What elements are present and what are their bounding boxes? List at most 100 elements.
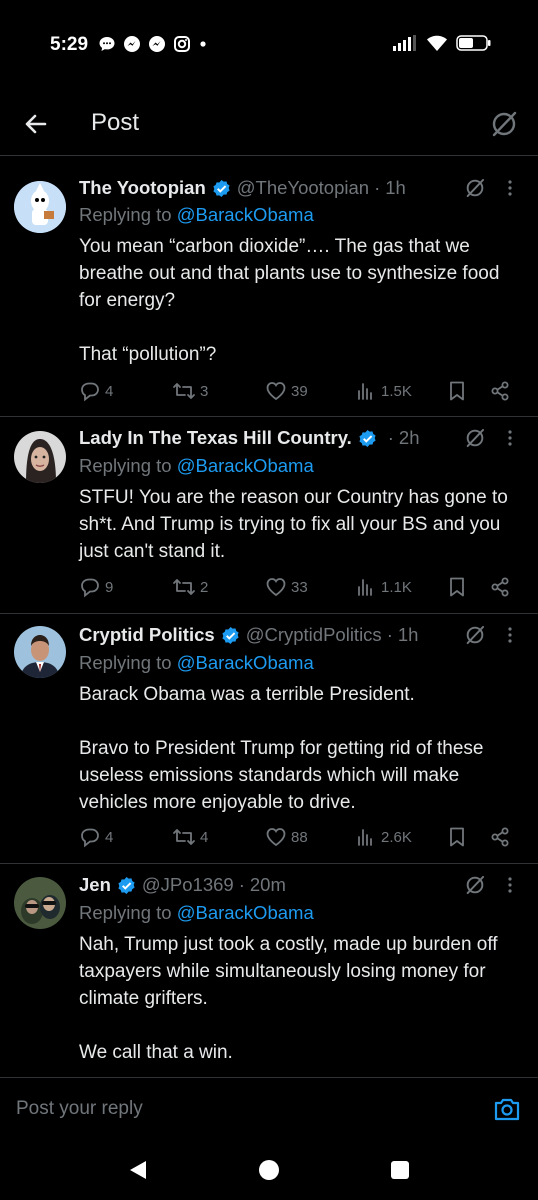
author-name[interactable]: Cryptid Politics — [79, 624, 215, 646]
views-chart-icon — [358, 383, 372, 400]
back-button[interactable] — [18, 106, 54, 142]
share-button[interactable] — [489, 576, 511, 598]
avatar[interactable] — [14, 877, 66, 929]
post-header: Lady In The Texas Hill Country. · 2h — [79, 425, 468, 451]
avatar[interactable] — [14, 626, 66, 678]
more-vertical-icon — [508, 877, 512, 893]
replying-to: Replying to @BarackObama — [79, 204, 314, 226]
more-options-button[interactable] — [500, 622, 520, 648]
like-button[interactable]: 33 — [265, 576, 308, 598]
bookmark-button[interactable] — [447, 826, 467, 848]
reply-input[interactable]: Post your reply — [16, 1098, 143, 1120]
replying-to: Replying to @BarackObama — [79, 455, 314, 477]
more-options-button[interactable] — [500, 175, 520, 201]
post-header: Jen @JPo1369 · 20m — [79, 872, 468, 898]
back-arrow-icon — [25, 114, 47, 134]
reply-count: 4 — [105, 828, 114, 846]
post-text: Barack Obama was a terrible President. B… — [79, 684, 484, 813]
author-handle[interactable]: @TheYootopian — [237, 177, 369, 199]
reply-post[interactable]: Lady In The Texas Hill Country. · 2h Rep… — [0, 417, 538, 614]
reply-post[interactable]: Cryptid Politics @CryptidPolitics · 1h R… — [0, 614, 538, 864]
verified-badge-icon — [212, 179, 231, 198]
like-count: 33 — [291, 578, 308, 596]
more-options-button[interactable] — [500, 872, 520, 898]
replying-prefix: Replying to — [79, 652, 172, 673]
grok-button[interactable] — [486, 106, 522, 142]
reply-button[interactable]: 4 — [79, 380, 113, 402]
home-circle-icon[interactable] — [257, 1158, 281, 1182]
repost-button[interactable]: 4 — [172, 826, 208, 848]
share-button[interactable] — [489, 826, 511, 848]
wifi-icon — [427, 35, 447, 51]
post-text: STFU! You are the reason our Country has… — [79, 487, 508, 562]
like-button[interactable]: 39 — [265, 380, 308, 402]
reply-button[interactable]: 4 — [79, 826, 113, 848]
author-name[interactable]: Jen — [79, 874, 111, 896]
reply-count: 4 — [105, 382, 114, 400]
messenger-icon — [149, 36, 165, 52]
separator-dot: · — [387, 427, 394, 448]
post-actions: 4 3 39 1.5K — [79, 380, 519, 406]
more-options-button[interactable] — [500, 425, 520, 451]
verified-badge-icon — [117, 876, 136, 895]
share-icon — [491, 381, 509, 401]
reply-post[interactable]: Jen @JPo1369 · 20m Replying to @BarackOb… — [0, 864, 538, 1077]
views-button[interactable]: 1.1K — [355, 576, 412, 598]
grok-button[interactable] — [462, 425, 488, 451]
author-handle[interactable]: @CryptidPolitics — [246, 624, 382, 646]
mention-link[interactable]: @BarackObama — [177, 902, 314, 923]
post-text: You mean “carbon dioxide”…. The gas that… — [79, 236, 500, 365]
repost-count: 3 — [200, 382, 209, 400]
post-time[interactable]: 1h — [398, 624, 419, 646]
replying-to: Replying to @BarackObama — [79, 652, 314, 674]
author-name[interactable]: The Yootopian — [79, 177, 206, 199]
view-count: 1.1K — [381, 578, 412, 596]
views-button[interactable]: 2.6K — [355, 826, 412, 848]
mention-link[interactable]: @BarackObama — [177, 652, 314, 673]
post-time[interactable]: 20m — [250, 874, 286, 896]
author-name[interactable]: Lady In The Texas Hill Country. — [79, 427, 352, 449]
like-button[interactable]: 88 — [265, 826, 308, 848]
status-system-icons — [392, 34, 492, 52]
grok-icon — [466, 875, 485, 895]
share-icon — [491, 577, 509, 597]
repost-button[interactable]: 2 — [172, 576, 208, 598]
reply-post[interactable]: The Yootopian @TheYootopian · 1h Replyin… — [0, 157, 538, 417]
repost-count: 2 — [200, 578, 209, 596]
post-actions: 9 2 33 1.1K — [79, 576, 519, 602]
repost-icon — [173, 579, 195, 595]
repost-count: 4 — [200, 828, 209, 846]
mention-link[interactable]: @BarackObama — [177, 204, 314, 225]
views-chart-icon — [358, 579, 372, 596]
grok-button[interactable] — [462, 872, 488, 898]
author-handle[interactable]: @JPo1369 — [142, 874, 234, 896]
post-actions: 4 4 88 2.6K — [79, 826, 519, 852]
camera-icon — [494, 1098, 520, 1121]
views-button[interactable]: 1.5K — [355, 380, 412, 402]
reply-icon — [81, 382, 99, 402]
grok-button[interactable] — [462, 622, 488, 648]
bookmark-button[interactable] — [447, 576, 467, 598]
avatar[interactable] — [14, 181, 66, 233]
views-chart-icon — [358, 829, 372, 846]
bookmark-icon — [450, 577, 464, 597]
avatar[interactable] — [14, 431, 66, 483]
replying-prefix: Replying to — [79, 204, 172, 225]
mention-link[interactable]: @BarackObama — [177, 455, 314, 476]
share-icon — [491, 827, 509, 847]
like-count: 88 — [291, 828, 308, 846]
recents-square-icon[interactable] — [389, 1159, 411, 1181]
repost-icon — [173, 383, 195, 399]
post-time[interactable]: 1h — [385, 177, 406, 199]
separator-dot: · — [374, 177, 381, 198]
share-button[interactable] — [489, 380, 511, 402]
post-time[interactable]: 2h — [399, 427, 420, 449]
repost-button[interactable]: 3 — [172, 380, 208, 402]
reply-button[interactable]: 9 — [79, 576, 113, 598]
back-triangle-icon[interactable] — [126, 1158, 150, 1182]
grok-icon — [492, 111, 517, 137]
camera-button[interactable] — [492, 1094, 522, 1124]
bookmark-button[interactable] — [447, 380, 467, 402]
more-vertical-icon — [508, 627, 512, 643]
grok-button[interactable] — [462, 175, 488, 201]
